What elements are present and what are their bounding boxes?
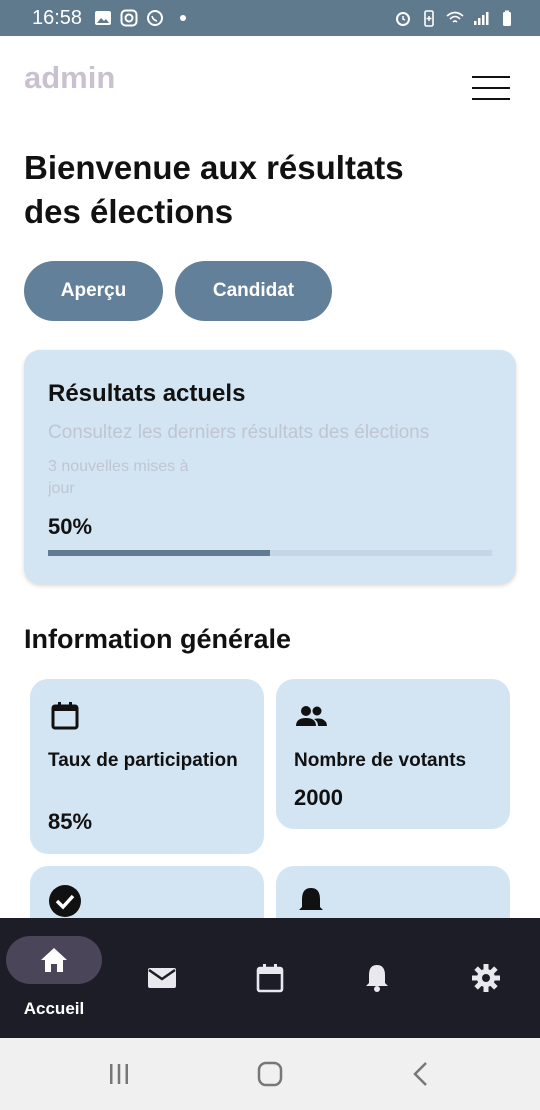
progress-fill: [48, 550, 270, 556]
people-icon: [296, 706, 327, 726]
nav-home-label: Accueil: [23, 999, 85, 1018]
nav-settings[interactable]: [438, 938, 534, 1018]
system-home-icon[interactable]: [254, 1058, 286, 1090]
image-icon: [95, 11, 112, 25]
status-bar: 16:58: [0, 0, 540, 36]
calendar-icon: [256, 964, 284, 993]
section-title: Information générale: [24, 624, 292, 654]
back-icon[interactable]: [405, 1058, 437, 1090]
results-title: Résultats actuels: [48, 380, 246, 407]
progress-bar: [48, 550, 492, 556]
results-subtitle: Consultez les derniers résultats des éle…: [48, 422, 430, 443]
alarm-icon: [396, 12, 410, 26]
hamburger-menu-icon[interactable]: [472, 76, 510, 100]
app-header: admin: [0, 36, 540, 126]
voters-label: Nombre de votants: [294, 750, 467, 771]
instagram-icon: [120, 9, 138, 27]
battery-icon: [503, 10, 511, 26]
bottom-nav: Accueil: [0, 918, 540, 1038]
info-card-bell[interactable]: [276, 866, 510, 926]
system-nav-bar: [0, 1038, 540, 1110]
voters-card[interactable]: Nombre de votants 2000: [276, 679, 510, 829]
nav-mail[interactable]: [114, 938, 210, 1018]
nav-notifications[interactable]: [329, 938, 425, 1018]
settings-gear-icon: [472, 964, 500, 992]
mail-icon: [148, 968, 176, 988]
results-card[interactable]: Résultats actuels Consultez les derniers…: [24, 350, 516, 584]
participation-card[interactable]: Taux de participation 85%: [30, 679, 264, 854]
home-icon: [41, 948, 67, 972]
recents-icon[interactable]: [103, 1058, 135, 1090]
calendar-icon: [51, 702, 79, 730]
signal-icon: [474, 12, 489, 25]
check-circle-icon: [49, 885, 81, 917]
updates-count: 3 nouvelles mises à jour: [48, 458, 189, 497]
progress-percent: 50%: [48, 514, 93, 539]
status-time: 16:58: [32, 6, 83, 29]
voters-value: 2000: [294, 785, 343, 810]
nav-home[interactable]: Accueil: [6, 936, 102, 1018]
bell-icon: [299, 888, 323, 910]
tab-apercu[interactable]: Aperçu: [24, 261, 163, 321]
tab-candidat[interactable]: Candidat: [175, 261, 332, 321]
whatsapp-icon: [147, 10, 164, 26]
dot-icon: [180, 15, 187, 21]
wifi-icon: [446, 11, 464, 23]
participation-value: 85%: [48, 809, 93, 834]
page-title: Bienvenue aux résultats des élections: [24, 149, 404, 230]
battery-saver-icon: [424, 10, 434, 27]
info-card-check[interactable]: [30, 866, 264, 926]
brand-title: admin: [24, 60, 116, 95]
participation-label: Taux de participation: [48, 750, 238, 771]
nav-calendar[interactable]: [222, 938, 318, 1018]
bell-icon: [366, 965, 388, 992]
